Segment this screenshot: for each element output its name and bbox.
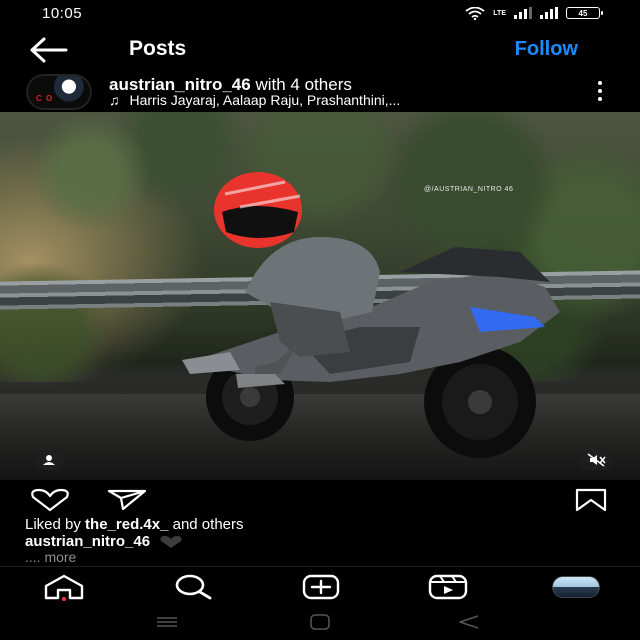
nav-search-button[interactable] [170, 573, 216, 601]
recent-apps-icon[interactable] [152, 614, 182, 630]
back-arrow-icon[interactable] [26, 36, 72, 64]
post-actions [0, 480, 640, 520]
bottom-nav [0, 566, 640, 606]
caption-line: austrian_nitro_46 [25, 533, 184, 550]
notification-dot [62, 597, 66, 601]
author-avatar[interactable]: C O [26, 74, 92, 110]
liked-by-prefix: Liked by [25, 516, 81, 533]
tag-people-icon[interactable] [34, 450, 64, 470]
create-plus-icon [302, 574, 340, 600]
battery-level: 45 [578, 8, 588, 18]
share-paper-plane-icon[interactable] [107, 488, 147, 510]
system-back-icon[interactable] [454, 614, 484, 630]
post-image[interactable]: @/AUSTRIAN_NITRO 46 [0, 112, 640, 480]
battery-icon: 45 [566, 7, 603, 19]
liked-by-user[interactable]: the_red.4x_ [85, 516, 168, 533]
post-header: C O austrian_nitro_46 with 4 others ♫ Ha… [0, 72, 640, 112]
music-note-icon: ♫ [109, 92, 120, 108]
avatar-logo-text: C O [36, 94, 54, 103]
save-bookmark-icon[interactable] [574, 488, 608, 512]
likes-line[interactable]: Liked by the_red.4x_ and others [25, 516, 244, 533]
profile-avatar [552, 576, 600, 598]
nav-profile-button[interactable] [552, 573, 600, 601]
black-heart-emoji-icon [160, 535, 182, 548]
motorcycle-rider-illustration [182, 172, 560, 458]
page-title: Posts [129, 37, 187, 60]
nav-reels-button[interactable] [424, 573, 472, 601]
status-bar: 10:05 LTE 45 [0, 0, 640, 26]
app-header: Posts Follow [0, 28, 640, 72]
music-line[interactable]: ♫ Harris Jayaraj, Aalaap Raju, Prashanth… [109, 92, 400, 108]
system-nav-bar [0, 606, 640, 640]
signal-icon-2 [540, 7, 558, 19]
like-heart-icon[interactable] [28, 488, 72, 512]
music-artists[interactable]: Harris Jayaraj, Aalaap Raju, Prashanthin… [130, 92, 401, 108]
status-time: 10:05 [42, 5, 83, 22]
nav-create-button[interactable] [298, 573, 344, 601]
follow-button[interactable]: Follow [515, 38, 578, 61]
mute-icon[interactable] [578, 450, 614, 470]
caption-more-link[interactable]: .... more [25, 549, 76, 565]
avatar-ring [26, 74, 92, 110]
caption-username[interactable]: austrian_nitro_46 [25, 533, 150, 550]
lte-label: LTE [493, 9, 506, 17]
status-icons: LTE 45 [465, 6, 603, 20]
liked-by-suffix[interactable]: and others [173, 516, 244, 533]
wifi-icon [465, 6, 485, 20]
more-options-icon[interactable] [592, 81, 608, 101]
system-home-icon[interactable] [306, 614, 334, 630]
search-icon [175, 574, 212, 600]
reels-icon [428, 574, 468, 600]
signal-icon [514, 7, 532, 19]
